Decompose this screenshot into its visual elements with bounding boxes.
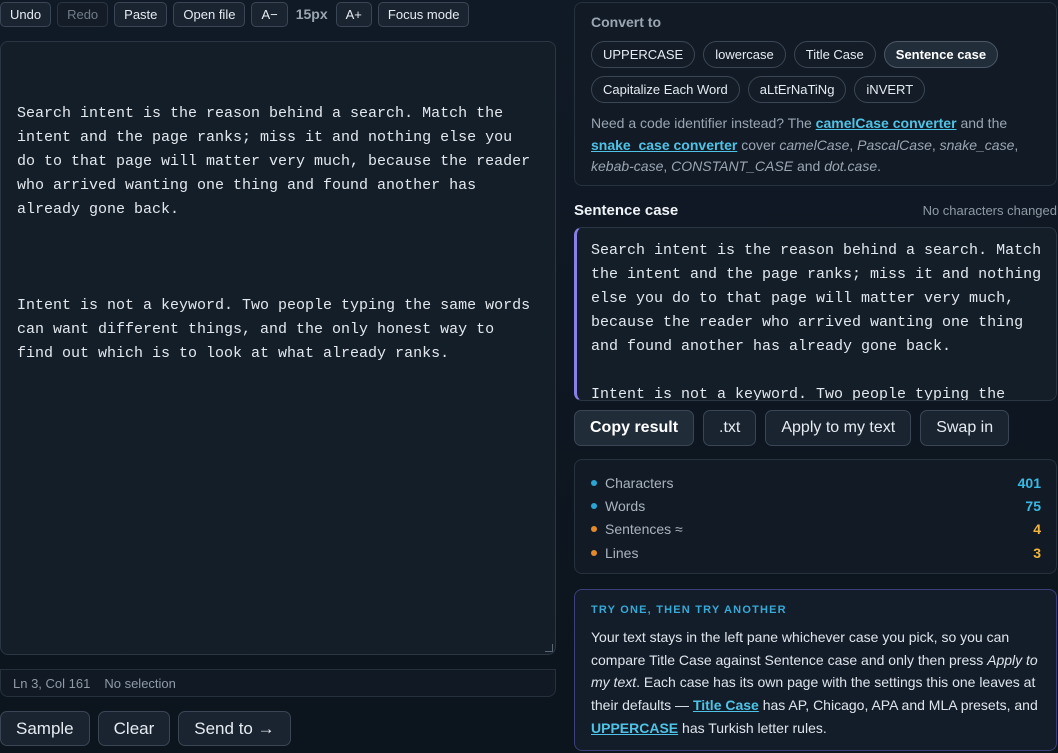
uppercase-link[interactable]: UPPERCASE xyxy=(591,720,678,736)
tip-text: Your text stays in the left pane whichev… xyxy=(591,629,1010,668)
case-options: UPPERCASE lowercase Title Case Sentence … xyxy=(591,41,1021,103)
stat-characters: Characters 401 xyxy=(591,471,1041,494)
copy-result-button[interactable]: Copy result xyxy=(574,410,695,446)
clear-button[interactable]: Clear xyxy=(97,711,171,746)
stat-value: 3 xyxy=(1033,544,1041,561)
resize-handle-icon[interactable] xyxy=(545,644,553,652)
open-file-button[interactable]: Open file xyxy=(173,1,246,27)
bullet-dot-icon xyxy=(591,526,597,533)
font-increase-button[interactable]: A+ xyxy=(335,1,372,27)
editor-status-bar: Ln 3, Col 161 No selection xyxy=(0,669,556,697)
case-name: dot.case xyxy=(824,158,878,174)
tip-body: Your text stays in the left pane whichev… xyxy=(591,626,1040,740)
tip-text: has AP, Chicago, APA and MLA presets, an… xyxy=(762,697,1038,714)
stat-label: Characters xyxy=(605,474,674,491)
camelcase-converter-link[interactable]: camelCase converter xyxy=(816,115,957,131)
note-text: cover xyxy=(741,136,776,153)
stat-sentences: Sentences ≈ 4 xyxy=(591,518,1041,541)
send-to-button[interactable]: Send to → xyxy=(178,711,291,746)
code-identifier-note: Need a code identifier instead? The came… xyxy=(591,115,1019,174)
case-name: camelCase xyxy=(779,136,850,153)
bullet-dot-icon xyxy=(591,549,597,556)
case-option-uppercase[interactable]: UPPERCASE xyxy=(591,41,696,68)
case-option-capitalize-each-word[interactable]: Capitalize Each Word xyxy=(591,76,740,103)
focus-mode-button[interactable]: Focus mode xyxy=(377,1,470,27)
bullet-dot-icon xyxy=(591,502,597,509)
stat-label: Sentences ≈ xyxy=(605,521,683,538)
stat-value: 4 xyxy=(1033,521,1041,538)
tip-title: TRY ONE, THEN TRY ANOTHER xyxy=(591,604,787,616)
font-size-readout: 15px xyxy=(295,6,328,22)
cursor-position: Ln 3, Col 161 xyxy=(13,675,91,691)
result-paragraph: Intent is not a keyword. Two people typi… xyxy=(591,386,1006,401)
note-text: and xyxy=(796,158,821,174)
stat-value: 401 xyxy=(1017,474,1041,491)
result-header: Sentence case No characters changed xyxy=(574,200,1057,220)
font-decrease-button[interactable]: A− xyxy=(251,1,288,27)
convert-panel: Convert to UPPERCASE lowercase Title Cas… xyxy=(574,2,1057,186)
case-name: PascalCase xyxy=(857,136,932,153)
case-option-title-case[interactable]: Title Case xyxy=(793,41,876,68)
snake-case-converter-link[interactable]: snake_case converter xyxy=(591,137,737,153)
text-input-area[interactable]: Search intent is the reason behind a sea… xyxy=(0,41,556,655)
case-option-alternating[interactable]: aLtErNaTiNg xyxy=(747,76,847,103)
stat-label: Lines xyxy=(605,544,639,561)
editor-toolbar: Undo Redo Paste Open file A− 15px A+ Foc… xyxy=(0,1,470,27)
apply-to-text-button[interactable]: Apply to my text xyxy=(765,410,912,446)
result-paragraph: Search intent is the reason behind a sea… xyxy=(591,242,1042,355)
case-name: CONSTANT_CASE xyxy=(671,158,794,174)
stat-lines: Lines 3 xyxy=(591,541,1041,564)
bullet-dot-icon xyxy=(591,479,597,486)
editor-paragraph: Intent is not a keyword. Two people typi… xyxy=(17,297,540,362)
paste-button[interactable]: Paste xyxy=(114,1,168,27)
download-txt-button[interactable]: .txt xyxy=(703,410,757,446)
stat-label: Words xyxy=(605,497,646,514)
result-actions: Copy result .txt Apply to my text Swap i… xyxy=(574,410,1010,446)
result-change-status: No characters changed xyxy=(922,202,1057,218)
note-text: and the xyxy=(960,115,1008,131)
stat-words: Words 75 xyxy=(591,494,1041,517)
swap-in-button[interactable]: Swap in xyxy=(920,410,1010,446)
case-name: snake_case xyxy=(939,136,1015,153)
result-title: Sentence case xyxy=(574,201,679,219)
tip-text: has Turkish letter rules. xyxy=(682,719,827,736)
selection-status: No selection xyxy=(104,675,176,691)
stat-value: 75 xyxy=(1025,497,1041,514)
title-case-link[interactable]: Title Case xyxy=(693,697,759,713)
case-name: kebab-case xyxy=(591,158,664,174)
result-output[interactable]: Search intent is the reason behind a sea… xyxy=(574,227,1057,401)
tip-card: TRY ONE, THEN TRY ANOTHER Your text stay… xyxy=(574,589,1057,751)
undo-button[interactable]: Undo xyxy=(0,1,52,27)
note-text: Need a code identifier instead? The xyxy=(591,115,812,131)
editor-paragraph: Search intent is the reason behind a sea… xyxy=(17,105,540,218)
case-option-invert[interactable]: iNVERT xyxy=(854,76,926,103)
case-option-sentence-case[interactable]: Sentence case xyxy=(883,41,999,68)
case-option-lowercase[interactable]: lowercase xyxy=(703,41,786,68)
text-statistics: Characters 401 Words 75 Sentences ≈ 4 Li… xyxy=(574,459,1057,574)
convert-title: Convert to xyxy=(591,14,661,30)
sample-button[interactable]: Sample xyxy=(0,711,90,746)
redo-button[interactable]: Redo xyxy=(57,1,109,27)
editor-actions: Sample Clear Send to → xyxy=(0,711,291,746)
